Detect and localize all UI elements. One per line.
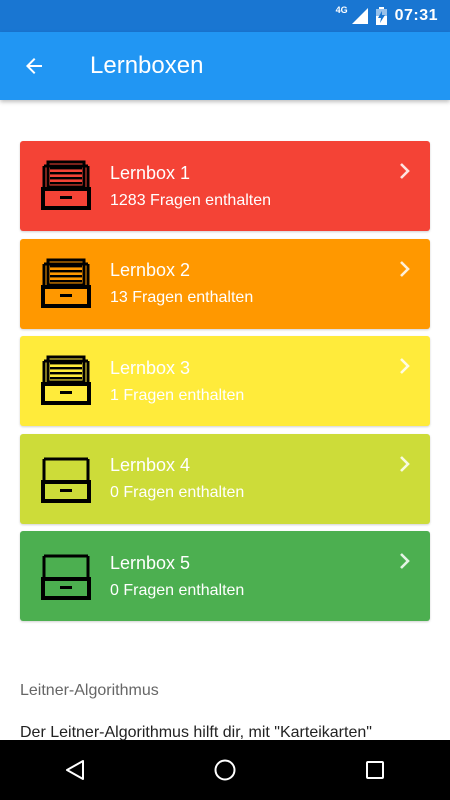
app-bar: Lernboxen — [0, 32, 450, 100]
file-drawer-icon — [41, 554, 91, 600]
lernbox-card[interactable]: Lernbox 3 1 Fragen enthalten — [20, 336, 430, 426]
lernbox-count: 0 Fragen enthalten — [110, 484, 245, 501]
lernbox-text: Lernbox 2 13 Fragen enthalten — [110, 260, 253, 307]
lernbox-list: Lernbox 1 1283 Fragen enthalten Lernbox 2… — [0, 100, 450, 621]
lernbox-name: Lernbox 1 — [110, 162, 191, 183]
lernbox-card[interactable]: Lernbox 5 0 Fragen enthalten — [20, 531, 430, 621]
chevron-right-icon — [400, 260, 410, 277]
lernbox-count: 0 Fragen enthalten — [110, 581, 245, 599]
lernbox-card[interactable]: Lernbox 4 0 Fragen enthalten — [20, 433, 430, 524]
chevron-right-icon — [400, 553, 410, 569]
arrow-left-icon — [26, 58, 42, 74]
lernbox-name: Lernbox 3 — [110, 357, 191, 378]
battery-icon — [375, 7, 387, 25]
lernbox-text: Lernbox 5 0 Fragen enthalten — [110, 553, 244, 600]
lernbox-count: 1283 Fragen enthalten — [110, 191, 272, 209]
file-drawer-icon — [41, 258, 91, 308]
lernbox-name: Lernbox 2 — [110, 260, 191, 280]
chevron-right-icon — [400, 455, 410, 472]
triangle-back-icon — [66, 760, 84, 780]
lernbox-text: Lernbox 1 1283 Fragen enthalten — [110, 163, 271, 210]
content-area[interactable]: Lernbox 1 1283 Fragen enthalten Lernbox 2… — [0, 100, 450, 754]
page-title: Lernboxen — [90, 52, 204, 79]
square-recents-icon — [366, 761, 384, 779]
circle-home-icon — [214, 759, 236, 781]
lernbox-count: 13 Fragen enthalten — [110, 289, 254, 306]
lernbox-text: Lernbox 4 0 Fragen enthalten — [110, 455, 244, 502]
lernbox-name: Lernbox 4 — [110, 455, 191, 475]
lernbox-card[interactable]: Lernbox 1 1283 Fragen enthalten — [20, 141, 430, 231]
lernbox-name: Lernbox 5 — [110, 552, 191, 573]
lernbox-count: 1 Fragen enthalten — [110, 386, 245, 404]
clock: 07:31 — [394, 7, 438, 24]
nav-recents-button[interactable] — [345, 740, 405, 800]
chevron-right-icon — [400, 358, 410, 374]
signal-icon — [351, 8, 368, 24]
lernbox-card[interactable]: Lernbox 2 13 Fragen enthalten — [20, 238, 430, 329]
back-button[interactable] — [0, 32, 68, 100]
nav-home-button[interactable] — [195, 740, 255, 800]
navigation-bar — [0, 740, 450, 800]
file-drawer-icon — [41, 160, 91, 210]
status-bar: 4G 07:31 — [0, 0, 450, 32]
file-drawer-icon — [41, 355, 91, 405]
lernbox-text: Lernbox 3 1 Fragen enthalten — [110, 358, 244, 405]
file-drawer-icon — [41, 457, 91, 503]
chevron-right-icon — [400, 163, 410, 179]
section-title: Leitner-Algorithmus — [20, 682, 159, 699]
network-type: 4G — [335, 5, 348, 15]
nav-back-button[interactable] — [45, 740, 105, 800]
